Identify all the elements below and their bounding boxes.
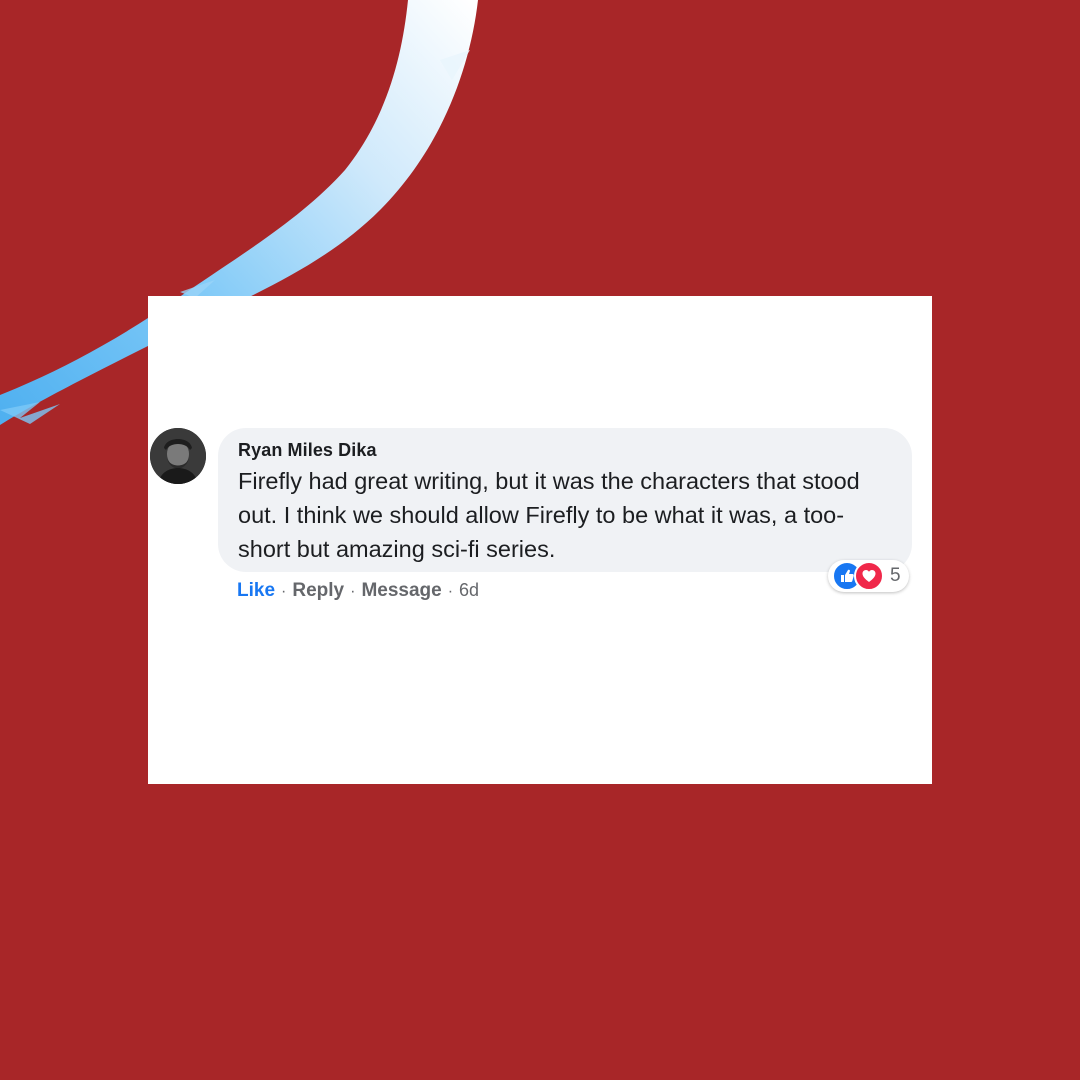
like-button[interactable]: Like: [237, 577, 275, 605]
separator: ·: [350, 583, 356, 600]
love-icon: [854, 561, 884, 591]
message-button[interactable]: Message: [361, 577, 441, 605]
reaction-count: 5: [890, 565, 901, 586]
reply-button[interactable]: Reply: [292, 577, 344, 605]
profile-photo-icon: [150, 428, 206, 484]
comment-author[interactable]: Ryan Miles Dika: [238, 438, 892, 462]
comment-timestamp[interactable]: 6d: [459, 576, 479, 604]
comment-bubble: Ryan Miles Dika Firefly had great writin…: [218, 428, 912, 572]
comment-actions: Like · Reply · Message · 6d: [237, 576, 479, 606]
separator: ·: [281, 583, 287, 600]
avatar[interactable]: [150, 428, 206, 484]
reactions-badge[interactable]: 5: [828, 560, 909, 592]
comment-text: Firefly had great writing, but it was th…: [238, 468, 860, 562]
separator: ·: [447, 583, 454, 600]
